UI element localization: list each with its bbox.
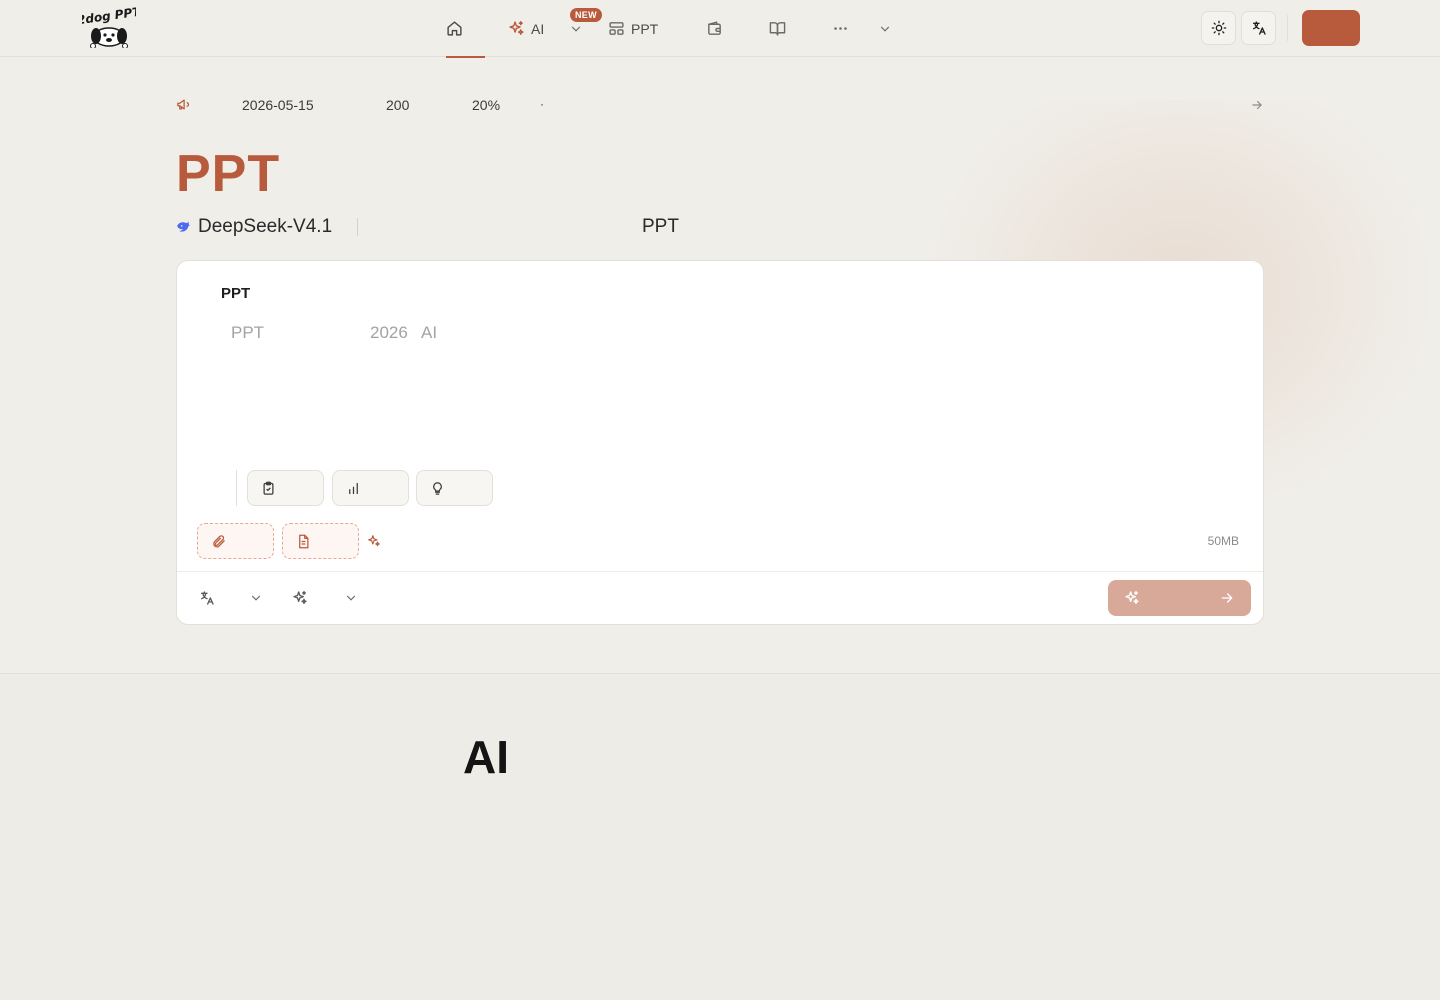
- placeholder-ai: AI: [421, 323, 438, 342]
- nav-ai-label: AI: [531, 20, 545, 37]
- svg-text:2dog PPT: 2dog PPT: [82, 6, 136, 27]
- suggestion-chip-plan[interactable]: [247, 470, 324, 506]
- header-divider: [1287, 15, 1288, 41]
- prompt-input[interactable]: PPT 2026 AI: [221, 315, 1221, 465]
- suggestion-chip-report[interactable]: [332, 470, 409, 506]
- placeholder-ppt: PPT: [231, 323, 265, 342]
- announcement-dot: ·: [540, 97, 544, 111]
- bar-chart-icon: [349, 482, 358, 494]
- language-select[interactable]: [199, 589, 263, 607]
- translate-icon: [1252, 21, 1266, 35]
- composer-label: PPT: [221, 285, 251, 302]
- sun-icon: [1211, 20, 1226, 36]
- arrow-right-icon[interactable]: [1250, 98, 1264, 112]
- clipboard-check-icon: [263, 481, 274, 495]
- megaphone-icon: [177, 99, 190, 110]
- deepseek-whale-icon: [177, 221, 190, 232]
- paperclip-icon: [213, 534, 225, 547]
- nav-home[interactable]: [446, 0, 485, 58]
- suggestion-chip-idea[interactable]: [416, 470, 493, 506]
- nav-more-dropdown[interactable]: [878, 0, 892, 57]
- upload-size-note: 50MB: [1207, 534, 1239, 548]
- hero-tagline: PPT: [642, 216, 679, 237]
- section-title: AI: [463, 731, 509, 783]
- theme-toggle-button[interactable]: [1201, 11, 1236, 45]
- sparkles-icon: [509, 21, 524, 35]
- nav-ppt[interactable]: PPT: [608, 0, 658, 57]
- composer-card: PPT PPT 2026 AI 50MB: [176, 260, 1264, 625]
- nav-wallet[interactable]: [706, 0, 723, 57]
- layout-icon: [609, 22, 624, 35]
- book-icon: [769, 22, 786, 36]
- announcement-count: 200: [386, 97, 410, 113]
- lightbulb-icon: [433, 481, 442, 495]
- chevron-down-icon: [251, 595, 261, 601]
- more-icon: [834, 27, 847, 30]
- sparkles-icon: [293, 591, 307, 604]
- features-section: [0, 674, 1440, 1000]
- translate-icon: [201, 591, 214, 605]
- nav-more[interactable]: [832, 0, 849, 57]
- document-icon: [299, 534, 309, 548]
- chevron-down-icon: [346, 595, 356, 601]
- style-select[interactable]: [292, 589, 358, 607]
- announcement-date: 2026-05-15: [242, 97, 314, 113]
- chevron-down-icon: [571, 26, 581, 32]
- home-icon: [447, 21, 462, 36]
- nav-ai-dropdown[interactable]: [569, 0, 583, 57]
- attach-document-button[interactable]: [282, 523, 359, 559]
- announcement-percent: 20%: [472, 97, 501, 113]
- arrow-right-icon: [1221, 593, 1233, 603]
- brand-logo[interactable]: 2dog PPT: [82, 6, 136, 48]
- page-title: PPT: [176, 145, 281, 203]
- model-divider: [357, 218, 358, 236]
- chevron-down-icon: [880, 26, 890, 32]
- placeholder-year: 2026: [370, 323, 408, 342]
- nav-book[interactable]: [769, 0, 786, 57]
- language-button[interactable]: [1241, 11, 1276, 45]
- model-name: DeepSeek-V4.1: [198, 216, 333, 237]
- top-navigation: 2dog PPT AI NEW PPT: [0, 0, 1440, 58]
- suggestion-divider: [236, 470, 237, 506]
- login-button[interactable]: [1302, 10, 1360, 46]
- nav-ppt-label: PPT: [631, 20, 659, 37]
- sparkles-icon: [1125, 591, 1139, 604]
- wallet-icon: [708, 21, 721, 35]
- generate-button[interactable]: [1108, 580, 1251, 616]
- composer-footer-divider: [177, 571, 1263, 572]
- sparkles-icon: [368, 535, 380, 547]
- attach-file-button[interactable]: [197, 523, 274, 559]
- announcement-bar[interactable]: 2026-05-15 200 20% ·: [176, 95, 1264, 115]
- nav-ai[interactable]: AI: [508, 0, 544, 57]
